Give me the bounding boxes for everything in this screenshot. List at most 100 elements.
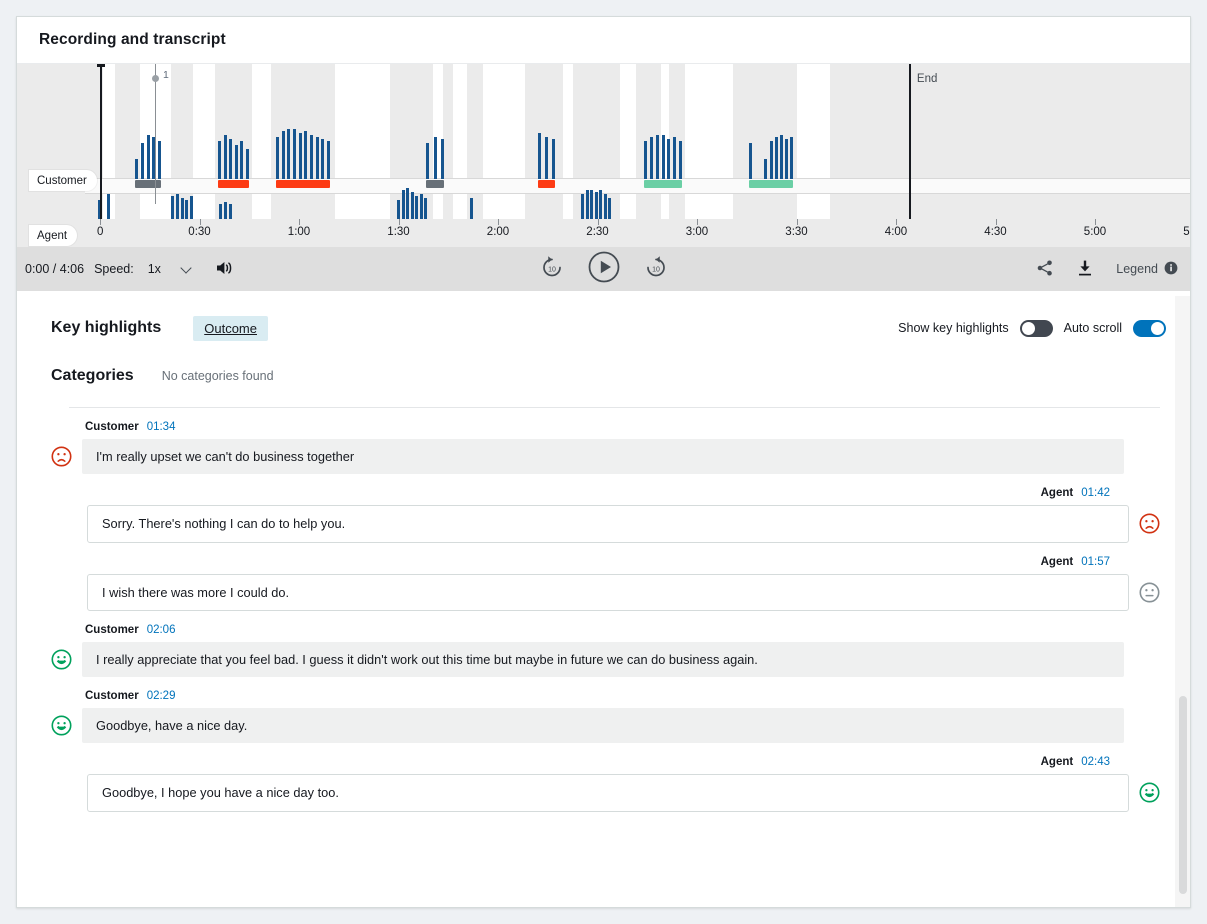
customer-sentiment-bar-positive[interactable] [749,180,793,188]
message-bubble[interactable]: Goodbye, I hope you have a nice day too. [87,774,1129,812]
message-bubble[interactable]: Sorry. There's nothing I can do to help … [87,505,1129,543]
waveform-bar [171,196,174,219]
transcript-scrollbar-thumb[interactable] [1179,696,1187,894]
message-body: Sorry. There's nothing I can do to help … [51,505,1160,543]
transcript-message[interactable]: Customer 02:29 Goodbye, have a nice day. [51,690,1160,744]
forward-10-icon[interactable]: 10 [643,254,669,285]
message-timestamp[interactable]: 01:57 [1081,556,1110,568]
message-timestamp[interactable]: 02:06 [147,624,176,636]
waveform-bar [315,137,319,179]
message-meta: Customer 01:34 [51,421,1160,433]
waveform-bar [281,131,285,179]
message-timestamp[interactable]: 02:29 [147,690,176,702]
message-meta: Agent 01:42 [51,487,1160,499]
customer-sentiment-bar-negative[interactable] [276,180,330,188]
waveform-bar [240,141,244,179]
waveform-bar [223,135,227,179]
playhead[interactable] [97,64,105,219]
waveform-band [669,64,685,219]
marker-dot[interactable] [152,75,159,82]
message-speaker: Customer [85,690,139,703]
sentiment-negative-icon [1139,513,1160,534]
message-timestamp[interactable]: 02:43 [1081,756,1110,768]
message-body: Goodbye, have a nice day. [51,708,1160,744]
ruler-tick-label: 4:30 [984,226,1007,238]
customer-sentiment-bar-negative[interactable] [218,180,249,188]
play-button[interactable] [587,250,621,289]
waveform-bar [140,143,144,179]
customer-sentiment-bar-neutral[interactable] [426,180,444,188]
waveform-gutter [17,64,85,219]
share-icon[interactable] [1036,259,1054,280]
show-key-highlights-toggle[interactable] [1019,319,1053,337]
categories-empty-text: No categories found [161,369,274,383]
message-bubble[interactable]: I'm really upset we can't do business to… [82,439,1124,475]
download-icon[interactable] [1076,259,1094,280]
outcome-filter-pill[interactable]: Outcome [193,315,268,341]
transcript-message[interactable]: Agent 02:43 Goodbye, I hope you have a nic… [51,756,1160,812]
waveform-bar [158,141,161,179]
chevron-down-icon[interactable] [181,263,193,275]
rewind-10-icon[interactable]: 10 [539,254,565,285]
message-body: I'm really upset we can't do business to… [51,439,1160,475]
volume-icon[interactable] [215,260,234,279]
ruler-tick-label: 2:00 [486,226,510,238]
timeline-ruler[interactable]: 0 0:30 1:00 1:30 2:00 2:30 3:00 3:30 4:00 4:30 5:0… [17,219,1190,247]
waveform-bar [234,145,238,179]
playhead-handle[interactable] [97,64,105,67]
sentiment-positive-icon [51,649,72,670]
ruler-tick [597,219,599,225]
waveform-bar [779,135,783,179]
ruler-tick-label: 1:30 [387,226,410,238]
waveform-bar [276,137,279,179]
waveform-bar [441,139,444,179]
waveform-band [271,64,335,219]
waveform-bar [538,133,541,179]
customer-sentiment-bar-neutral[interactable] [135,180,161,188]
message-speaker: Agent [1040,487,1074,500]
marker-label: 1 [163,69,169,81]
waveform-band [525,64,563,219]
waveform-bar [304,131,308,179]
card-header: Recording and transcript [17,17,1190,64]
waveform-band [830,64,1190,219]
end-marker-label: End [916,73,938,85]
message-meta: Customer 02:06 [51,624,1160,636]
speed-value[interactable]: 1x [148,262,161,276]
ruler-tick-label: 0 [97,226,104,238]
message-bubble[interactable]: Goodbye, have a nice day. [82,708,1124,744]
waveform-bar [219,204,222,219]
message-bubble[interactable]: I really appreciate that you feel bad. I… [82,641,1124,678]
legend-control[interactable]: Legend [1116,261,1178,278]
customer-sentiment-bar-negative[interactable] [538,180,555,188]
customer-sentiment-bar-positive[interactable] [644,180,682,188]
show-key-highlights-label: Show key highlights [898,321,1009,335]
message-body: I wish there was more I could do. [51,573,1160,611]
waveform-band [115,64,140,219]
auto-scroll-toggle[interactable] [1133,319,1166,337]
transcript-message[interactable]: Agent 01:57 I wish there was more I could … [51,556,1160,611]
waveform-bar [590,190,593,219]
transcript-message[interactable]: Customer 01:34 I'm really upset we can't d… [51,421,1160,475]
transcript-scrollbar-track[interactable] [1175,296,1190,907]
waveform-bar [321,139,325,179]
marker-line[interactable]: 1 [152,64,169,204]
message-timestamp[interactable]: 01:42 [1081,487,1110,499]
info-icon[interactable] [1164,261,1178,278]
player-controls-right: Legend [1036,259,1178,280]
waveform-panel[interactable]: 1 End Customer Agent [17,64,1190,246]
transcript-list[interactable]: Customer 01:34 I'm really upset we can't d… [17,421,1190,812]
waveform-canvas[interactable]: 1 End [85,64,1190,219]
transcript-message[interactable]: Customer 02:06 I really appreciate that yo… [51,624,1160,678]
transcript-message[interactable]: Agent 01:42 Sorry. There's nothing I can d… [51,487,1160,543]
highlights-toggles: Show key highlights Auto scroll [898,319,1166,337]
message-timestamp[interactable]: 01:34 [147,421,176,433]
waveform-bar [599,190,602,219]
waveform-bar [774,137,778,179]
waveform-bar [180,198,184,219]
ruler-tick-label: 4:00 [884,226,908,238]
message-body: I really appreciate that you feel bad. I… [51,641,1160,678]
time-display: 0:00 / 4:06 [25,262,85,276]
message-bubble[interactable]: I wish there was more I could do. [87,573,1129,611]
ruler-tick [398,219,400,225]
